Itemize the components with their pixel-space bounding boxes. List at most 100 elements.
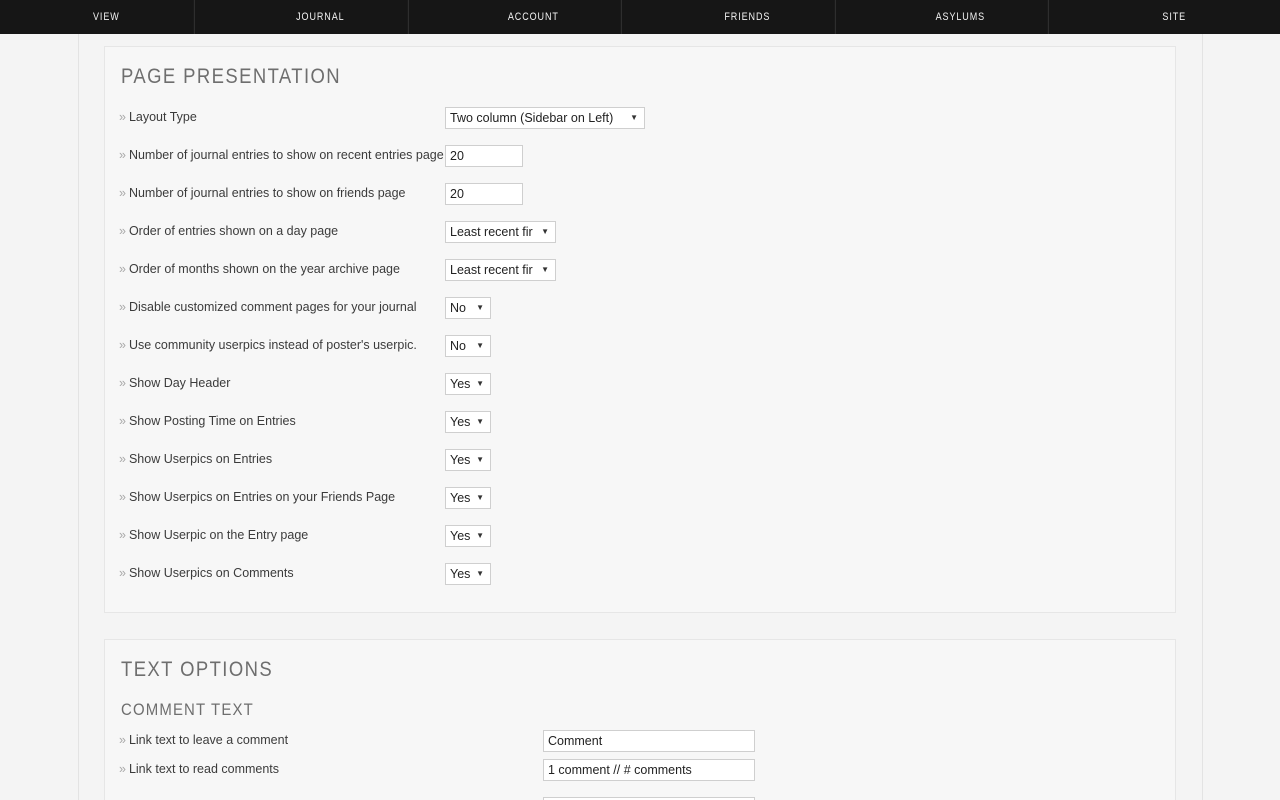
nav-asylums[interactable]: ASYLUMS <box>873 0 1049 34</box>
row-show-day-header: » Show Day Header Yes ▼ <box>119 373 1161 395</box>
row-order-months-year-label: » Order of months shown on the year archi… <box>119 259 445 277</box>
row-order-entries-day-text: Order of entries shown on a day page <box>128 224 339 238</box>
row-show-userpics-comments: » Show Userpics on Comments Yes ▼ <box>119 563 1161 585</box>
row-order-entries-day-control: Least recent first ▼ <box>445 221 556 243</box>
layout-type-select[interactable]: Two column (Sidebar on Left) ▼ <box>445 107 645 129</box>
show-posting-time-value: Yes <box>450 415 471 429</box>
row-show-userpic-entry-page-label: » Show Userpic on the Entry page <box>119 525 445 543</box>
row-leave-comment-text: Link text to leave a comment <box>128 733 289 747</box>
bullet-marker-icon: » <box>119 528 126 542</box>
row-gap <box>119 326 1161 335</box>
row-leave-comment-label: » Link text to leave a comment <box>119 730 543 748</box>
order-entries-day-value: Least recent first <box>450 225 533 239</box>
row-show-userpic-entry-page-control: Yes ▼ <box>445 525 491 547</box>
nav-site[interactable]: SITE <box>1087 0 1261 34</box>
bullet-marker-icon: » <box>119 490 126 504</box>
row-community-userpics-text: Use community userpics instead of poster… <box>128 338 417 352</box>
show-userpics-entries-select[interactable]: Yes ▼ <box>445 449 491 471</box>
chevron-down-icon: ▼ <box>476 493 484 502</box>
row-show-posting-time: » Show Posting Time on Entries Yes ▼ <box>119 411 1161 433</box>
row-show-userpics-friends: » Show Userpics on Entries on your Friend… <box>119 487 1161 509</box>
row-entries-recent-control: 20 <box>445 145 523 167</box>
page-body: PAGE PRESENTATION » Layout Type Two colum… <box>0 34 1280 800</box>
row-layout-type: » Layout Type Two column (Sidebar on Left… <box>119 107 1161 129</box>
row-gap <box>119 136 1161 145</box>
row-entries-recent: » Number of journal entries to show on re… <box>119 145 1161 167</box>
comment-text-heading: COMMENT TEXT <box>121 700 254 719</box>
row-show-userpics-entries-label: » Show Userpics on Entries <box>119 449 445 467</box>
row-entries-friends-text: Number of journal entries to show on fri… <box>128 186 406 200</box>
row-disable-custom-comment-pages-control: No ▼ <box>445 297 491 319</box>
row-gap <box>119 212 1161 221</box>
nav-view[interactable]: VIEW <box>19 0 195 34</box>
row-community-userpics-label: » Use community userpics instead of poste… <box>119 335 445 353</box>
bullet-marker-icon: » <box>119 224 126 238</box>
show-userpics-friends-select[interactable]: Yes ▼ <box>445 487 491 509</box>
row-layout-type-label: » Layout Type <box>119 107 445 125</box>
nav-journal-label: JOURNAL <box>295 11 345 23</box>
row-show-userpic-entry-page-text: Show Userpic on the Entry page <box>128 528 309 542</box>
row-gap <box>119 402 1161 411</box>
order-entries-day-select[interactable]: Least recent first ▼ <box>445 221 556 243</box>
show-userpics-entries-value: Yes <box>450 453 471 467</box>
show-userpic-entry-page-select[interactable]: Yes ▼ <box>445 525 491 547</box>
nav-view-label: VIEW <box>93 11 120 23</box>
read-comments-input[interactable]: 1 comment // # comments <box>543 759 755 781</box>
row-show-userpics-entries: » Show Userpics on Entries Yes ▼ <box>119 449 1161 471</box>
entries-friends-input[interactable]: 20 <box>445 183 523 205</box>
row-community-userpics-control: No ▼ <box>445 335 491 357</box>
row-read-comments: » Link text to read comments 1 comment //… <box>119 759 1161 781</box>
order-months-year-select[interactable]: Least recent first ▼ <box>445 259 556 281</box>
chevron-down-icon: ▼ <box>476 531 484 540</box>
order-months-year-value: Least recent first <box>450 263 533 277</box>
row-gap <box>119 788 1161 797</box>
bullet-marker-icon: » <box>119 733 126 747</box>
community-userpics-select[interactable]: No ▼ <box>445 335 491 357</box>
chevron-down-icon: ▼ <box>476 569 484 578</box>
row-order-entries-day-label: » Order of entries shown on a day page <box>119 221 445 239</box>
chevron-down-icon: ▼ <box>541 227 549 236</box>
page-presentation-heading: PAGE PRESENTATION <box>121 65 342 88</box>
bullet-marker-icon: » <box>119 300 126 314</box>
top-navigation-bar: VIEW JOURNAL ACCOUNT FRIENDS ASYLUMS SIT… <box>0 0 1280 34</box>
row-gap <box>119 174 1161 183</box>
bullet-marker-icon: » <box>119 414 126 428</box>
row-entries-friends-label: » Number of journal entries to show on fr… <box>119 183 445 201</box>
row-read-comments-control: 1 comment // # comments <box>543 759 755 781</box>
show-userpics-friends-value: Yes <box>450 491 471 505</box>
row-gap <box>119 288 1161 297</box>
show-posting-time-select[interactable]: Yes ▼ <box>445 411 491 433</box>
row-show-posting-time-label: » Show Posting Time on Entries <box>119 411 445 429</box>
row-order-entries-day: » Order of entries shown on a day page Le… <box>119 221 1161 243</box>
row-order-months-year-control: Least recent first ▼ <box>445 259 556 281</box>
row-layout-type-control: Two column (Sidebar on Left) ▼ <box>445 107 645 129</box>
row-gap <box>119 364 1161 373</box>
show-userpics-comments-select[interactable]: Yes ▼ <box>445 563 491 585</box>
row-order-months-year-text: Order of months shown on the year archiv… <box>128 262 400 276</box>
chevron-down-icon: ▼ <box>476 455 484 464</box>
text-options-heading: TEXT OPTIONS <box>121 658 274 681</box>
row-gap <box>119 516 1161 525</box>
community-userpics-value: No <box>450 339 466 353</box>
row-gap <box>119 554 1161 563</box>
row-show-day-header-text: Show Day Header <box>128 376 231 390</box>
bullet-marker-icon: » <box>119 452 126 466</box>
layout-type-value: Two column (Sidebar on Left) <box>450 111 614 125</box>
row-gap <box>119 250 1161 259</box>
nav-friends[interactable]: FRIENDS <box>660 0 835 34</box>
nav-account[interactable]: ACCOUNT <box>446 0 622 34</box>
nav-journal[interactable]: JOURNAL <box>233 0 408 34</box>
row-entries-recent-text: Number of journal entries to show on rec… <box>128 148 444 162</box>
settings-content: PAGE PRESENTATION » Layout Type Two colum… <box>104 46 1176 800</box>
row-show-day-header-control: Yes ▼ <box>445 373 491 395</box>
bullet-marker-icon: » <box>119 566 126 580</box>
entries-recent-input[interactable]: 20 <box>445 145 523 167</box>
row-show-userpics-comments-text: Show Userpics on Comments <box>128 566 294 580</box>
chevron-down-icon: ▼ <box>541 265 549 274</box>
row-show-userpic-entry-page: » Show Userpic on the Entry page Yes ▼ <box>119 525 1161 547</box>
leave-comment-input[interactable]: Comment <box>543 730 755 752</box>
disable-custom-comment-pages-select[interactable]: No ▼ <box>445 297 491 319</box>
row-leave-comment-control: Comment <box>543 730 755 752</box>
show-day-header-select[interactable]: Yes ▼ <box>445 373 491 395</box>
row-gap <box>119 478 1161 487</box>
